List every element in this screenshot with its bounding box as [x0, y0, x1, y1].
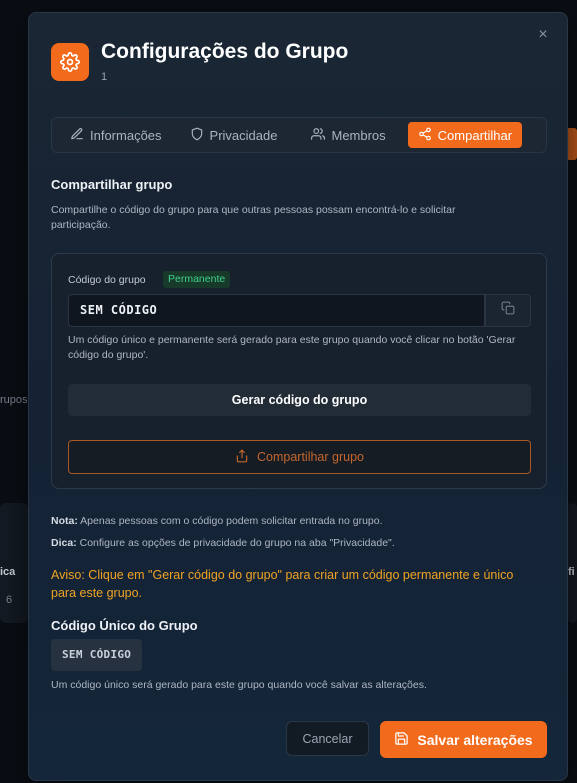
generate-code-label: Gerar código do grupo: [231, 393, 368, 407]
warning-message: Aviso: Clique em "Gerar código do grupo"…: [51, 568, 514, 600]
group-code-card: Código do grupo Permanente SEM CÓDIGO Um…: [51, 253, 547, 489]
share-group-label: Compartilhar grupo: [257, 450, 364, 464]
tab-privacidade[interactable]: Privacidade: [180, 122, 288, 148]
settings-gear-icon: [51, 43, 89, 81]
group-settings-modal: × Configurações do Grupo 1 Informações P…: [28, 12, 568, 781]
unique-code-title: Código Único do Grupo: [51, 618, 198, 633]
tab-membros[interactable]: Membros: [301, 122, 395, 148]
share-icon: [418, 127, 432, 144]
share-section-title: Compartilhar grupo: [51, 177, 173, 192]
background-card: [568, 503, 577, 623]
group-code-field[interactable]: SEM CÓDIGO: [68, 294, 485, 327]
pencil-icon: [70, 127, 84, 144]
users-icon: [311, 127, 326, 144]
tip-body: Configure as opções de privacidade do gr…: [76, 537, 395, 549]
unique-code-value: SEM CÓDIGO: [51, 639, 143, 671]
tab-compartilhar[interactable]: Compartilhar: [407, 122, 523, 148]
upload-share-icon: [235, 449, 249, 466]
unique-code-hint: Um código único será gerado para este gr…: [51, 679, 427, 691]
note-label: Nota:: [51, 515, 78, 527]
tab-bar: Informações Privacidade Membros Comparti…: [51, 117, 547, 153]
modal-title: Configurações do Grupo: [101, 40, 349, 63]
tab-label: Informações: [90, 127, 162, 143]
tip-label: Dica:: [51, 537, 77, 549]
modal-subtitle: 1: [101, 71, 108, 83]
background-text: rupos: [0, 394, 28, 406]
code-hint: Um código único e permanente será gerado…: [68, 334, 516, 361]
permanent-badge: Permanente: [163, 271, 231, 288]
tip-text: Dica: Configure as opções de privacidade…: [51, 537, 395, 549]
close-button[interactable]: ×: [535, 27, 551, 43]
copy-button[interactable]: [485, 294, 531, 327]
background-card: [0, 503, 28, 623]
save-changes-button[interactable]: Salvar alterações: [380, 721, 547, 758]
share-section-description: Compartilhe o código do grupo para que o…: [51, 204, 456, 231]
save-icon: [394, 731, 409, 749]
copy-icon: [501, 301, 515, 320]
code-label: Código do grupo: [68, 274, 146, 286]
tab-label: Membros: [331, 127, 386, 143]
cancel-button[interactable]: Cancelar: [286, 721, 369, 756]
background-text: fi: [568, 566, 575, 578]
generate-code-button[interactable]: Gerar código do grupo: [68, 384, 531, 416]
share-group-button[interactable]: Compartilhar grupo: [68, 440, 531, 474]
tab-informacoes[interactable]: Informações: [60, 122, 172, 148]
note-body: Apenas pessoas com o código podem solici…: [77, 515, 383, 527]
background-text: ica: [0, 566, 16, 578]
note-text: Nota: Apenas pessoas com o código podem …: [51, 515, 383, 527]
tab-label: Privacidade: [209, 127, 278, 143]
tab-label: Compartilhar: [437, 127, 513, 143]
save-label: Salvar alterações: [417, 731, 533, 748]
background-text: 6: [6, 594, 13, 606]
shield-icon: [190, 127, 204, 144]
cancel-label: Cancelar: [302, 731, 353, 746]
